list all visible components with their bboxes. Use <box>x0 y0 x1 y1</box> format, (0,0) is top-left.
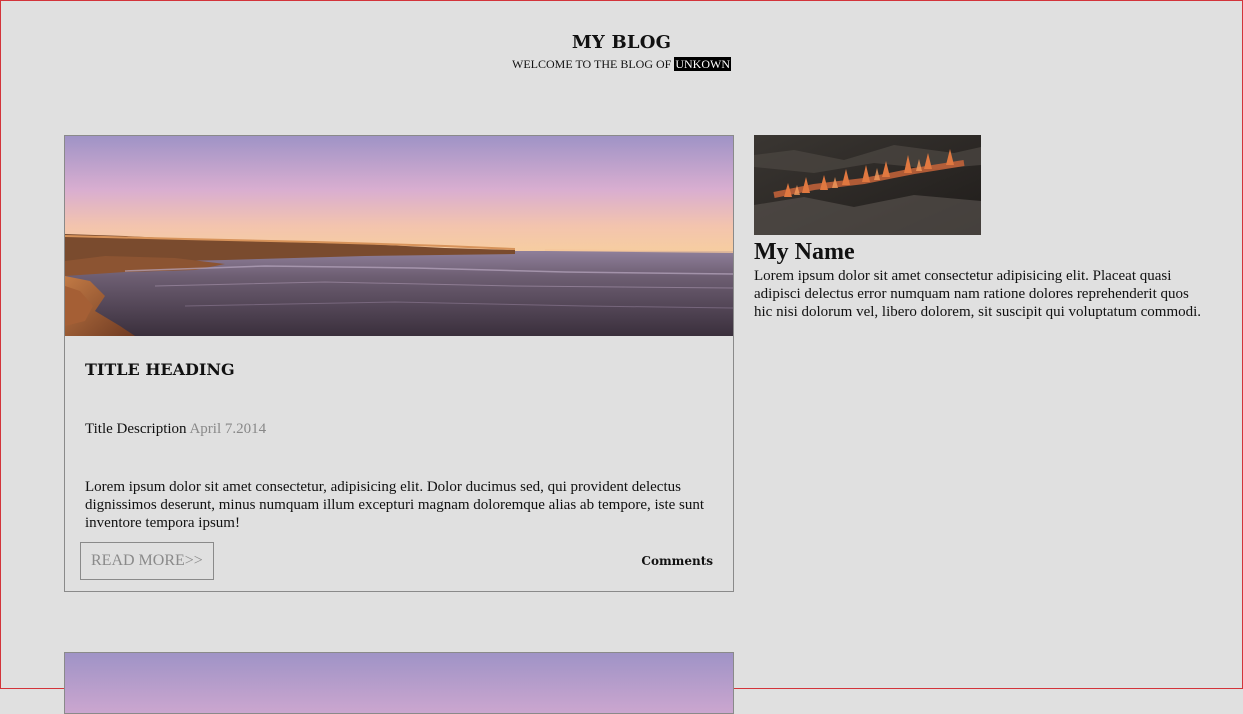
read-more-button[interactable]: READ MORE>> <box>80 542 214 580</box>
profile-bio: Lorem ipsum dolor sit amet consectetur a… <box>754 268 1202 320</box>
post-footer: READ MORE>> Comments <box>80 542 713 580</box>
blog-post-card: TITLE HEADING Title Description April 7.… <box>64 135 734 592</box>
post-meta: Title Description April 7.2014 <box>85 420 713 438</box>
post-date: April 7.2014 <box>189 421 267 437</box>
blog-post-card-next <box>64 652 734 714</box>
site-title: MY BLOG <box>571 32 672 53</box>
post-title: TITLE HEADING <box>85 360 235 379</box>
sidebar: My Name Lorem ipsum dolor sit amet conse… <box>754 135 1214 321</box>
main-content: TITLE HEADING Title Description April 7.… <box>64 135 734 592</box>
post-description: Title Description <box>85 421 187 437</box>
post-image-sunset-sea <box>65 136 733 336</box>
site-subtitle: WELCOME TO THE BLOG OF UNKOWN <box>1 57 1242 71</box>
subtitle-prefix: WELCOME TO THE BLOG OF <box>512 57 672 71</box>
post-body: TITLE HEADING Title Description April 7.… <box>65 360 733 532</box>
post-image-sunset-sea-next <box>65 653 733 713</box>
profile-name: My Name <box>754 239 855 265</box>
post-excerpt: Lorem ipsum dolor sit amet consectetur, … <box>85 479 705 531</box>
profile-image-forest-cliff <box>754 135 981 235</box>
subtitle-highlight: UNKOWN <box>674 57 731 71</box>
site-header: MY BLOG WELCOME TO THE BLOG OF UNKOWN <box>1 1 1242 71</box>
comments-link[interactable]: Comments <box>641 554 713 568</box>
